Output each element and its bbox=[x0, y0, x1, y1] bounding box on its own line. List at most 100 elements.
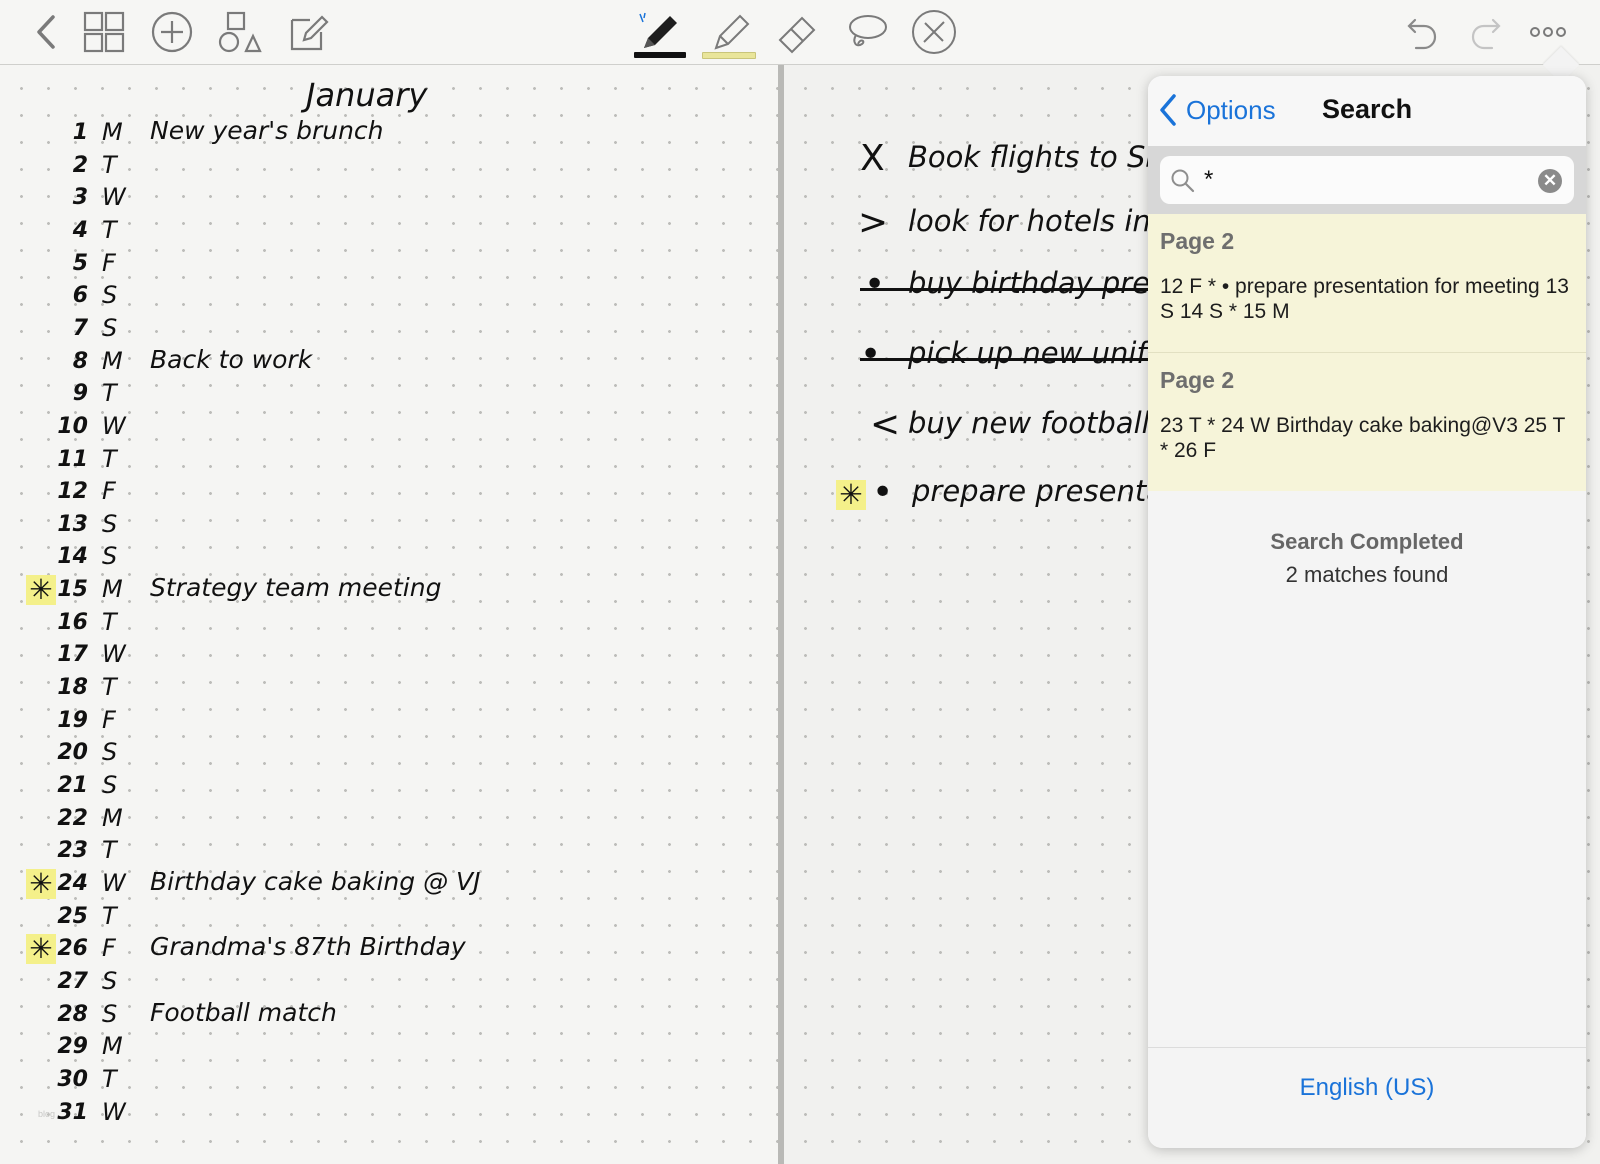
pen-color-indicator bbox=[634, 52, 686, 58]
calendar-day-number: 9 bbox=[72, 381, 88, 406]
calendar-day-number: 11 bbox=[57, 447, 88, 472]
calendar-day-number: 28 bbox=[57, 1002, 88, 1027]
calendar-weekday: M bbox=[102, 804, 123, 832]
calendar-day-number: 30 bbox=[57, 1067, 88, 1092]
calendar-day-number: 13 bbox=[57, 512, 88, 537]
shapes-icon[interactable] bbox=[212, 4, 268, 60]
toolbar bbox=[0, 0, 1600, 65]
add-icon[interactable] bbox=[144, 4, 200, 60]
task-bullet: X bbox=[860, 138, 885, 179]
calendar-day-number: 20 bbox=[57, 740, 88, 765]
page-grid-icon[interactable] bbox=[76, 4, 132, 60]
calendar-weekday: F bbox=[102, 706, 116, 734]
task-text: buy new football bbox=[908, 406, 1150, 440]
undo-icon[interactable] bbox=[1392, 4, 1448, 60]
search-status-detail: 2 matches found bbox=[1285, 562, 1449, 587]
task-bullet: > bbox=[858, 202, 889, 243]
calendar-note: Football match bbox=[150, 998, 337, 1027]
star-highlight-icon: ✳ bbox=[836, 480, 866, 510]
calendar-note: Birthday cake baking @ VJ bbox=[150, 867, 481, 896]
calendar-weekday: M bbox=[102, 575, 123, 603]
calendar-weekday: S bbox=[102, 281, 118, 309]
redo-icon[interactable] bbox=[1460, 4, 1516, 60]
highlighter-color-indicator bbox=[702, 52, 756, 59]
calendar-weekday: T bbox=[102, 445, 117, 473]
options-label: Options bbox=[1186, 94, 1276, 125]
calendar-day-number: 15 bbox=[57, 577, 88, 602]
calendar-day-number: 1 bbox=[72, 120, 88, 145]
calendar-weekday: T bbox=[102, 608, 117, 636]
result-page-label: Page 2 bbox=[1160, 367, 1235, 393]
calendar-weekday: S bbox=[102, 738, 118, 766]
calendar-weekday: S bbox=[102, 967, 118, 995]
task-bullet: • bbox=[872, 472, 894, 513]
calendar-note: New year's brunch bbox=[150, 116, 384, 145]
calendar-day-number: 12 bbox=[57, 479, 88, 504]
popover-title: Search bbox=[1322, 94, 1413, 124]
calendar-weekday: T bbox=[102, 902, 117, 930]
calendar-weekday: F bbox=[102, 934, 116, 962]
task-bullet: • bbox=[860, 334, 882, 375]
clear-search-icon[interactable]: ✕ bbox=[1538, 169, 1562, 193]
calendar-weekday: W bbox=[102, 1098, 126, 1126]
calendar-day-number: 19 bbox=[57, 708, 88, 733]
result-snippet: 23 T * 24 W Birthday cake baking@V3 25 T… bbox=[1160, 414, 1565, 462]
calendar-note: Back to work bbox=[150, 345, 313, 374]
search-status-title: Search Completed bbox=[1270, 529, 1464, 554]
calendar-day-number: 5 bbox=[72, 251, 88, 276]
month-title: January bbox=[306, 76, 428, 114]
calendar-weekday: S bbox=[102, 510, 118, 538]
calendar-weekday: T bbox=[102, 1065, 117, 1093]
calendar-day-number: 7 bbox=[72, 316, 88, 341]
calendar-weekday: W bbox=[102, 412, 126, 440]
calendar-weekday: W bbox=[102, 869, 126, 897]
calendar-day-number: 25 bbox=[57, 904, 88, 929]
calendar-day-number: 29 bbox=[57, 1034, 88, 1059]
popover-header: Options Search bbox=[1148, 76, 1586, 146]
calendar-weekday: S bbox=[102, 771, 118, 799]
edit-icon[interactable] bbox=[280, 4, 336, 60]
search-result[interactable]: Page 2 23 T * 24 W Birthday cake baking@… bbox=[1148, 352, 1586, 491]
eraser-icon[interactable] bbox=[770, 4, 826, 60]
calendar-day-number: 8 bbox=[72, 349, 88, 374]
language-button[interactable]: English (US) bbox=[1148, 1074, 1586, 1102]
result-page-label: Page 2 bbox=[1160, 228, 1235, 254]
task-bullet: • bbox=[864, 264, 886, 305]
calendar-weekday: T bbox=[102, 379, 117, 407]
search-box[interactable]: ✕ bbox=[1160, 156, 1574, 204]
calendar-weekday: T bbox=[102, 673, 117, 701]
calendar-day-number: 26 bbox=[57, 936, 88, 961]
lasso-icon[interactable] bbox=[838, 4, 894, 60]
search-input[interactable] bbox=[1204, 164, 1524, 196]
calendar-day-number: 14 bbox=[57, 544, 88, 569]
calendar-day-number: 24 bbox=[57, 871, 88, 896]
calendar-weekday: S bbox=[102, 1000, 118, 1028]
chevron-left-icon bbox=[1160, 94, 1176, 126]
search-bar: ✕ bbox=[1148, 146, 1586, 214]
strikethrough-line bbox=[860, 358, 1160, 361]
calendar-note: Strategy team meeting bbox=[150, 573, 442, 602]
options-back-button[interactable]: Options bbox=[1158, 90, 1276, 130]
calendar-weekday: T bbox=[102, 151, 117, 179]
calendar-day-number: 18 bbox=[57, 675, 88, 700]
calendar-weekday: M bbox=[102, 347, 123, 375]
more-icon[interactable] bbox=[1520, 4, 1576, 60]
calendar-day-number: 2 bbox=[72, 153, 88, 178]
task-text: Book flights to SF bbox=[908, 140, 1163, 174]
calendar-weekday: T bbox=[102, 216, 117, 244]
calendar-weekday: M bbox=[102, 1032, 123, 1060]
watermark: blog bbox=[38, 1109, 56, 1119]
calendar-weekday: F bbox=[102, 477, 116, 505]
strikethrough-line bbox=[860, 288, 1160, 291]
calendar-day-number: 23 bbox=[57, 838, 88, 863]
calendar-day-number: 16 bbox=[57, 610, 88, 635]
search-result[interactable]: Page 2 12 F * • prepare presentation for… bbox=[1148, 214, 1586, 352]
calendar-day-number: 21 bbox=[57, 773, 88, 798]
back-chevron-icon[interactable] bbox=[18, 4, 74, 60]
search-popover: Options Search ✕ Page 2 12 F * • prepare… bbox=[1148, 76, 1586, 1148]
calendar-weekday: W bbox=[102, 640, 126, 668]
calendar-weekday: S bbox=[102, 314, 118, 342]
laser-pointer-icon[interactable] bbox=[906, 4, 962, 60]
calendar-weekday: W bbox=[102, 183, 126, 211]
calendar-note: Grandma's 87th Birthday bbox=[150, 932, 466, 961]
